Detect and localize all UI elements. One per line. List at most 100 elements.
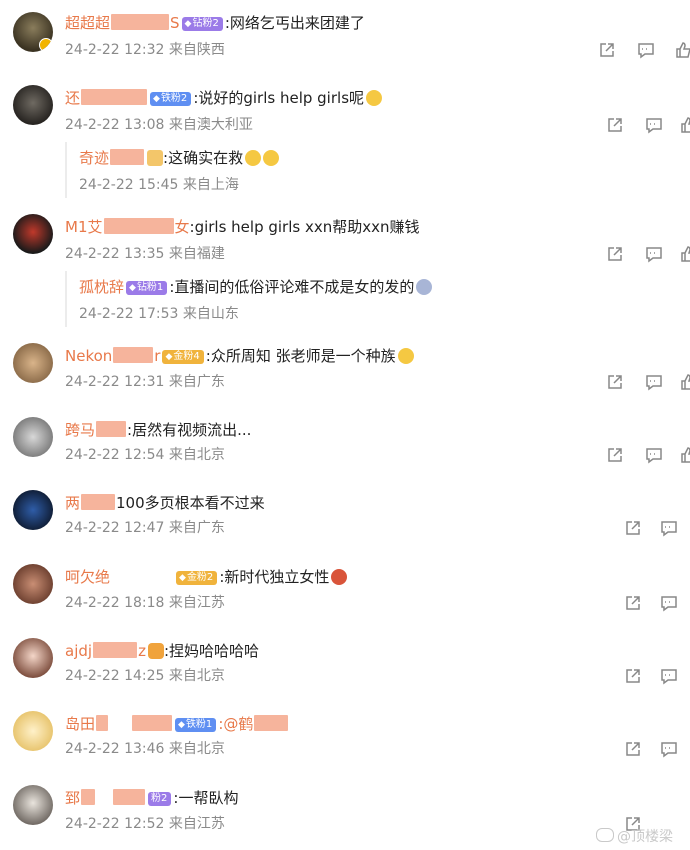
crab-emoji-icon: [331, 569, 348, 585]
like-icon[interactable]: [680, 116, 690, 134]
comment-icon[interactable]: [637, 41, 655, 59]
username[interactable]: 呵欠绝: [65, 568, 110, 586]
comment-text: :@鹤: [218, 715, 254, 733]
fan-badge[interactable]: 粉2: [148, 792, 172, 806]
comment-text: :网络乞丐出来团建了: [224, 14, 365, 32]
comment-text: :居然有视频流出...: [127, 421, 252, 439]
username[interactable]: ajdj: [65, 642, 92, 660]
avatar[interactable]: [13, 343, 53, 383]
comment-text: :新时代独立女性: [219, 568, 330, 586]
reply-meta: 24-2-22 17:53 来自山东: [79, 305, 239, 323]
weibo-logo-icon: [596, 828, 614, 842]
fan-badge[interactable]: ◆钻粉2: [181, 17, 223, 31]
avatar[interactable]: [13, 638, 53, 678]
username-tail: 女: [174, 218, 190, 236]
like-icon[interactable]: [680, 245, 690, 263]
redaction: [81, 89, 148, 105]
location: 来自北京: [168, 741, 225, 757]
share-icon[interactable]: [624, 519, 642, 537]
comment-text: :捏妈哈哈哈哈: [163, 642, 259, 660]
comment-meta: 24-2-22 14:25 来自北京: [65, 667, 225, 685]
comment-meta: 24-2-22 12:52 来自江苏: [65, 815, 225, 833]
fan-badge[interactable]: ◆铁粉2: [150, 92, 192, 106]
avatar[interactable]: [13, 85, 53, 125]
comment-text: :众所周知 张老师是一个种族: [205, 347, 396, 365]
timestamp: 24-2-22 12:47: [65, 520, 165, 536]
fan-badge[interactable]: ◆钻粉1: [126, 281, 168, 295]
avatar[interactable]: [13, 417, 53, 457]
comment-icon[interactable]: [660, 740, 678, 758]
comment-line: 呵欠绝 ◆金粉2:新时代独立女性: [65, 567, 348, 587]
fan-badge[interactable]: ◆金粉4: [162, 350, 204, 364]
username[interactable]: 岛田: [65, 715, 95, 733]
like-icon[interactable]: [675, 41, 690, 59]
location: 来自福建: [168, 246, 225, 262]
username[interactable]: 跨马: [65, 421, 95, 439]
timestamp: 24-2-22 17:53: [79, 306, 179, 322]
comment-line: ajdj z :捏妈哈哈哈哈: [65, 641, 259, 661]
redaction: [93, 642, 138, 658]
username[interactable]: 郅: [65, 789, 80, 807]
username[interactable]: 超超超: [65, 14, 110, 32]
location: 来自江苏: [168, 595, 225, 611]
comment-icon[interactable]: [645, 116, 663, 134]
location: 来自山东: [182, 306, 239, 322]
location: 来自广东: [168, 520, 225, 536]
timestamp: 24-2-22 13:35: [65, 246, 165, 262]
username[interactable]: 两: [65, 494, 80, 512]
avatar[interactable]: [13, 12, 53, 52]
reply-line: 孤枕辞 ◆钻粉1:直播间的低俗评论难不成是女的发的: [79, 277, 433, 297]
reply-username[interactable]: 奇迹: [79, 149, 109, 167]
location: 来自广东: [168, 374, 225, 390]
avatar[interactable]: [13, 564, 53, 604]
dog-emoji-icon: [397, 348, 414, 364]
share-icon[interactable]: [624, 667, 642, 685]
comment-icon[interactable]: [660, 519, 678, 537]
location: 来自上海: [182, 177, 239, 193]
avatar[interactable]: [13, 490, 53, 530]
comment-meta: 24-2-22 13:08 来自澳大利亚: [65, 116, 253, 134]
share-icon[interactable]: [624, 594, 642, 612]
username[interactable]: 还: [65, 89, 80, 107]
reply-text: :这确实在救: [163, 149, 244, 167]
weibo-watermark: @顶楼梁: [596, 826, 673, 846]
comment-text: :一帮臥构: [173, 789, 239, 807]
reply-username[interactable]: 孤枕辞: [79, 278, 124, 296]
comment-icon[interactable]: [645, 245, 663, 263]
redaction: [132, 715, 173, 731]
redaction: [113, 789, 146, 805]
share-icon[interactable]: [606, 245, 624, 263]
comment-icon[interactable]: [660, 667, 678, 685]
comment-icon[interactable]: [645, 446, 663, 464]
username[interactable]: Nekon: [65, 347, 112, 365]
redaction: [254, 715, 289, 731]
comment-line: 超超超 S ◆钻粉2:网络乞丐出来团建了: [65, 13, 365, 33]
share-icon[interactable]: [624, 740, 642, 758]
username-tail: z: [138, 642, 146, 660]
avatar[interactable]: [13, 711, 53, 751]
fan-badge[interactable]: ◆铁粉1: [175, 718, 217, 732]
comment-icon[interactable]: [660, 594, 678, 612]
comment-meta: 24-2-22 12:31 来自广东: [65, 373, 225, 391]
share-icon[interactable]: [606, 446, 624, 464]
location: 来自陕西: [168, 42, 225, 58]
share-icon[interactable]: [606, 373, 624, 391]
location: 来自江苏: [168, 816, 225, 832]
like-icon[interactable]: [680, 446, 690, 464]
fan-badge[interactable]: ◆金粉2: [176, 571, 218, 585]
comment-icon[interactable]: [645, 373, 663, 391]
comment-line: M1艾 女:girls help girls xxn帮助xxn赚钱: [65, 217, 420, 237]
avatar[interactable]: [13, 785, 53, 825]
comment-meta: 24-2-22 18:18 来自江苏: [65, 594, 225, 612]
location: 来自北京: [168, 447, 225, 463]
avatar[interactable]: [13, 214, 53, 254]
comment-line: 岛田 ◆铁粉1:@鹤: [65, 714, 289, 734]
timestamp: 24-2-22 12:54: [65, 447, 165, 463]
comment-line: 两 100多页根本看不过来: [65, 493, 265, 513]
share-icon[interactable]: [606, 116, 624, 134]
like-icon[interactable]: [680, 373, 690, 391]
timestamp: 24-2-22 12:52: [65, 816, 165, 832]
username[interactable]: M1艾: [65, 218, 103, 236]
location: 来自北京: [168, 668, 225, 684]
share-icon[interactable]: [598, 41, 616, 59]
